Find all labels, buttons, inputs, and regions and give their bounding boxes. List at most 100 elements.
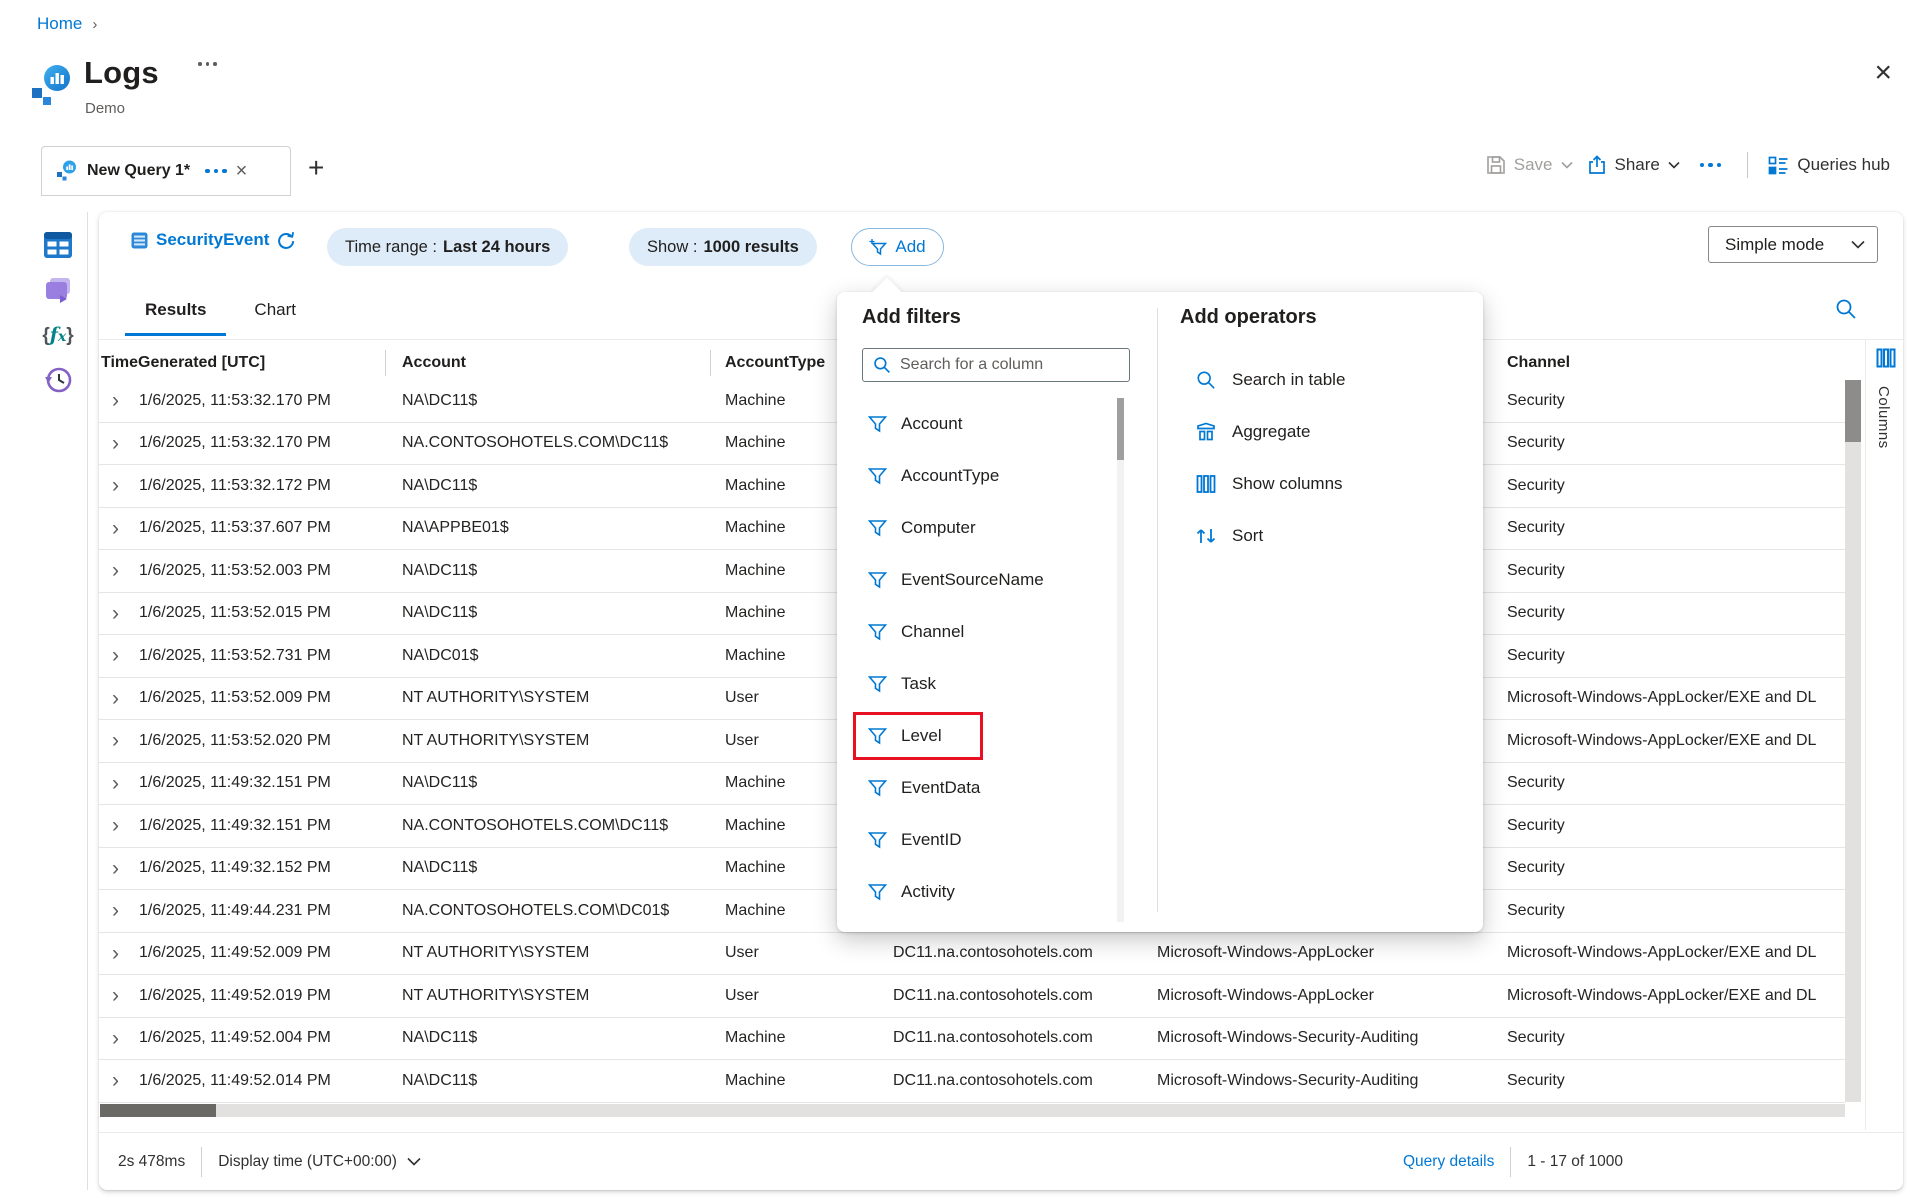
functions-icon[interactable]: {fx} <box>42 319 74 351</box>
cell-timegenerated: 1/6/2025, 11:53:37.607 PM <box>139 519 402 537</box>
cell-channel: Microsoft-Windows-AppLocker/EXE and DL <box>1507 944 1845 962</box>
tab-results[interactable]: Results <box>125 294 226 336</box>
filter-item-computer[interactable]: Computer <box>837 502 1137 554</box>
filter-item-label: EventSourceName <box>901 570 1044 590</box>
save-chevron-icon[interactable] <box>1561 161 1573 169</box>
tab-new-query-1[interactable]: New Query 1* × <box>41 146 291 196</box>
time-range-pill[interactable]: Time range : Last 24 hours <box>327 228 568 266</box>
header-timegenerated[interactable]: TimeGenerated [UTC] <box>99 354 402 372</box>
cell-timegenerated: 1/6/2025, 11:53:32.170 PM <box>139 392 402 410</box>
filter-funnel-icon <box>868 883 887 901</box>
add-filter-button[interactable]: Add <box>851 228 944 266</box>
query-tab-more-button[interactable] <box>205 169 227 174</box>
cell-computer: DC11.na.contosohotels.com <box>893 1029 1157 1047</box>
refresh-icon[interactable] <box>277 231 295 249</box>
filter-item-level[interactable]: Level <box>837 710 1137 762</box>
operator-label: Show columns <box>1232 474 1343 494</box>
horizontal-scrollbar[interactable] <box>100 1104 1845 1117</box>
filter-item-account[interactable]: Account <box>837 398 1137 450</box>
operator-show-columns[interactable]: Show columns <box>1167 458 1483 510</box>
expand-row-chevron-icon[interactable]: › <box>99 900 139 921</box>
filter-list-scrollbar-thumb[interactable] <box>1117 398 1124 460</box>
expand-row-chevron-icon[interactable]: › <box>99 560 139 581</box>
horizontal-scrollbar-thumb[interactable] <box>100 1104 216 1117</box>
expand-row-chevron-icon[interactable]: › <box>99 433 139 454</box>
operator-search-in-table[interactable]: Search in table <box>1167 354 1483 406</box>
columns-panel-label[interactable]: Columns <box>1875 386 1892 449</box>
filter-item-activity[interactable]: Activity <box>837 866 1137 918</box>
query-tab-close-icon[interactable]: × <box>236 161 248 181</box>
query-details-link[interactable]: Query details <box>1403 1153 1494 1171</box>
operator-aggregate[interactable]: Aggregate <box>1167 406 1483 458</box>
queries-hub-button[interactable]: Queries hub <box>1768 155 1890 176</box>
operator-sort[interactable]: Sort <box>1167 510 1483 562</box>
filter-item-eventsourcename[interactable]: EventSourceName <box>837 554 1137 606</box>
title-more-button[interactable] <box>198 62 217 66</box>
header-account[interactable]: Account <box>402 354 725 372</box>
vertical-scrollbar[interactable] <box>1845 380 1861 1102</box>
filter-funnel-icon <box>868 675 887 693</box>
expand-row-chevron-icon[interactable]: › <box>99 1070 139 1091</box>
more-commands-button[interactable] <box>1694 163 1728 168</box>
cell-timegenerated: 1/6/2025, 11:53:52.020 PM <box>139 732 402 750</box>
table-chip-securityevent[interactable]: SecurityEvent <box>131 230 295 250</box>
table-row[interactable]: › 1/6/2025, 11:49:52.014 PM NA\DC11$ Mac… <box>99 1060 1845 1103</box>
expand-row-chevron-icon[interactable]: › <box>99 985 139 1006</box>
share-chevron-icon[interactable] <box>1668 161 1680 169</box>
expand-row-chevron-icon[interactable]: › <box>99 815 139 836</box>
display-time-dropdown[interactable]: Display time (UTC+00:00) <box>218 1153 421 1171</box>
logs-page: Home › Logs Demo × <box>0 0 1920 1200</box>
queries-icon[interactable] <box>42 274 74 306</box>
cell-account: NA\DC11$ <box>402 774 725 792</box>
breadcrumb-home-link[interactable]: Home <box>37 14 82 34</box>
expand-row-chevron-icon[interactable]: › <box>99 645 139 666</box>
breadcrumb-chevron-icon: › <box>92 16 97 33</box>
share-button[interactable]: Share <box>1587 155 1680 175</box>
filter-item-partial[interactable] <box>837 918 1137 930</box>
table-row[interactable]: › 1/6/2025, 11:49:52.004 PM NA\DC11$ Mac… <box>99 1018 1845 1061</box>
cell-channel: Security <box>1507 859 1845 877</box>
show-columns-icon <box>1196 474 1216 494</box>
filter-item-task[interactable]: Task <box>837 658 1137 710</box>
column-search-box[interactable] <box>862 348 1130 382</box>
expand-row-chevron-icon[interactable]: › <box>99 475 139 496</box>
query-duration: 2s 478ms <box>118 1153 185 1171</box>
table-row[interactable]: › 1/6/2025, 11:49:52.019 PM NT AUTHORITY… <box>99 975 1845 1018</box>
header-channel[interactable]: Channel <box>1507 354 1845 372</box>
cell-timegenerated: 1/6/2025, 11:53:52.015 PM <box>139 604 402 622</box>
expand-row-chevron-icon[interactable]: › <box>99 1028 139 1049</box>
expand-row-chevron-icon[interactable]: › <box>99 688 139 709</box>
columns-panel-icon[interactable] <box>1876 348 1896 368</box>
save-button[interactable]: Save <box>1486 155 1573 175</box>
add-filter-label: Add <box>895 237 925 257</box>
mode-select[interactable]: Simple mode <box>1708 226 1878 263</box>
expand-row-chevron-icon[interactable]: › <box>99 730 139 751</box>
filter-item-eventdata[interactable]: EventData <box>837 762 1137 814</box>
tab-chart[interactable]: Chart <box>234 294 316 333</box>
expand-row-chevron-icon[interactable]: › <box>99 943 139 964</box>
search-results-icon[interactable] <box>1835 298 1857 320</box>
expand-row-chevron-icon[interactable]: › <box>99 603 139 624</box>
expand-row-chevron-icon[interactable]: › <box>99 518 139 539</box>
filter-item-eventid[interactable]: EventID <box>837 814 1137 866</box>
vertical-scrollbar-thumb[interactable] <box>1845 380 1861 442</box>
filter-list-scrollbar[interactable] <box>1117 398 1124 922</box>
expand-row-chevron-icon[interactable]: › <box>99 773 139 794</box>
filter-item-label: Account <box>901 414 962 434</box>
close-blade-icon[interactable]: × <box>1874 58 1892 88</box>
filter-item-channel[interactable]: Channel <box>837 606 1137 658</box>
table-row[interactable]: › 1/6/2025, 11:49:52.009 PM NT AUTHORITY… <box>99 933 1845 976</box>
cell-account: NA\DC11$ <box>402 859 725 877</box>
tables-icon[interactable] <box>42 229 74 261</box>
new-tab-button[interactable]: + <box>308 154 324 182</box>
expand-row-chevron-icon[interactable]: › <box>99 390 139 411</box>
mode-chevron-icon <box>1851 240 1865 249</box>
filter-funnel-icon <box>868 415 887 433</box>
column-search-input[interactable] <box>900 356 1110 374</box>
expand-row-chevron-icon[interactable]: › <box>99 858 139 879</box>
share-label: Share <box>1615 155 1660 175</box>
cell-timegenerated: 1/6/2025, 11:49:52.009 PM <box>139 944 402 962</box>
query-history-icon[interactable] <box>42 364 74 396</box>
show-results-pill[interactable]: Show : 1000 results <box>629 228 817 266</box>
filter-item-accounttype[interactable]: AccountType <box>837 450 1137 502</box>
